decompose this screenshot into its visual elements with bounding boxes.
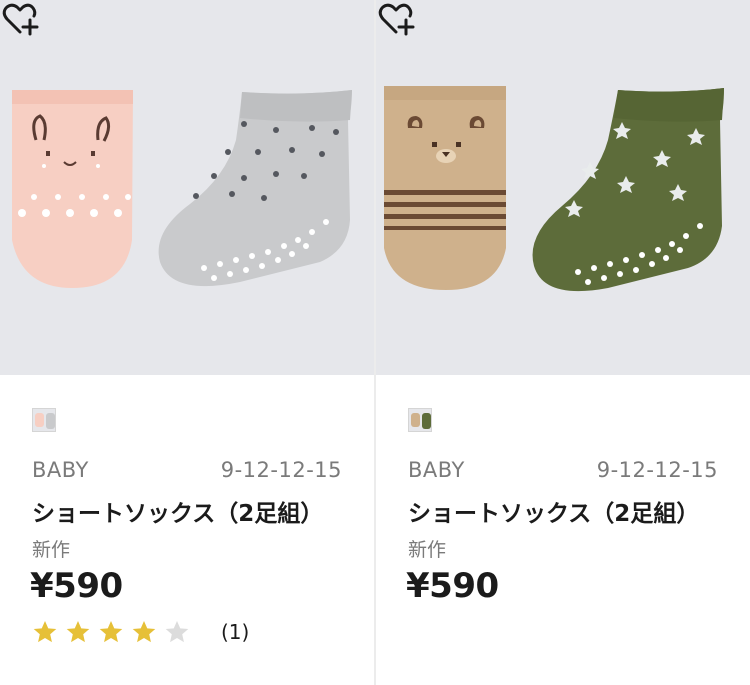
color-swatch-pink-gray	[33, 409, 55, 431]
review-count[interactable]: (1)	[221, 620, 249, 644]
star-filled-icon	[66, 620, 90, 643]
bunny-sock-icon	[12, 90, 133, 288]
product-photo-socks	[384, 86, 724, 292]
rating: (1)	[32, 618, 249, 646]
price: ¥590	[30, 566, 123, 606]
product-image[interactable]	[376, 0, 750, 375]
product-name[interactable]: ショートソックス（2足組）	[32, 494, 323, 528]
color-swatch-olive-beige	[409, 409, 431, 431]
color-swatch[interactable]	[408, 408, 432, 432]
new-flag: 新作	[32, 539, 71, 561]
new-flag: 新作	[408, 539, 447, 561]
product-card[interactable]: BABY 9-12-12-15 ショートソックス（2足組） 新作 ¥590 (1…	[0, 0, 374, 685]
heart-pattern-sock-icon	[158, 90, 352, 287]
heart-plus-icon[interactable]	[376, 0, 416, 38]
price: ¥590	[406, 566, 499, 606]
gender-label: BABY	[32, 458, 89, 482]
star-empty-icon	[165, 620, 189, 643]
star-filled-icon	[33, 620, 57, 643]
star-filled-icon	[132, 620, 156, 643]
size-range: 9-12-12-15	[596, 458, 718, 482]
product-card[interactable]: BABY 9-12-12-15 ショートソックス（2足組） 新作 ¥590	[376, 0, 750, 685]
product-grid: BABY 9-12-12-15 ショートソックス（2足組） 新作 ¥590 (1…	[0, 0, 750, 685]
gender-label: BABY	[408, 458, 465, 482]
star-pattern-sock-icon	[532, 88, 724, 292]
product-photo-socks	[12, 90, 352, 288]
bear-sock-icon	[384, 86, 506, 290]
product-image[interactable]	[0, 0, 374, 375]
heart-plus-icon[interactable]	[0, 0, 40, 38]
product-name[interactable]: ショートソックス（2足組）	[408, 494, 699, 528]
color-swatch[interactable]	[32, 408, 56, 432]
size-range: 9-12-12-15	[220, 458, 342, 482]
star-filled-icon	[99, 620, 123, 643]
